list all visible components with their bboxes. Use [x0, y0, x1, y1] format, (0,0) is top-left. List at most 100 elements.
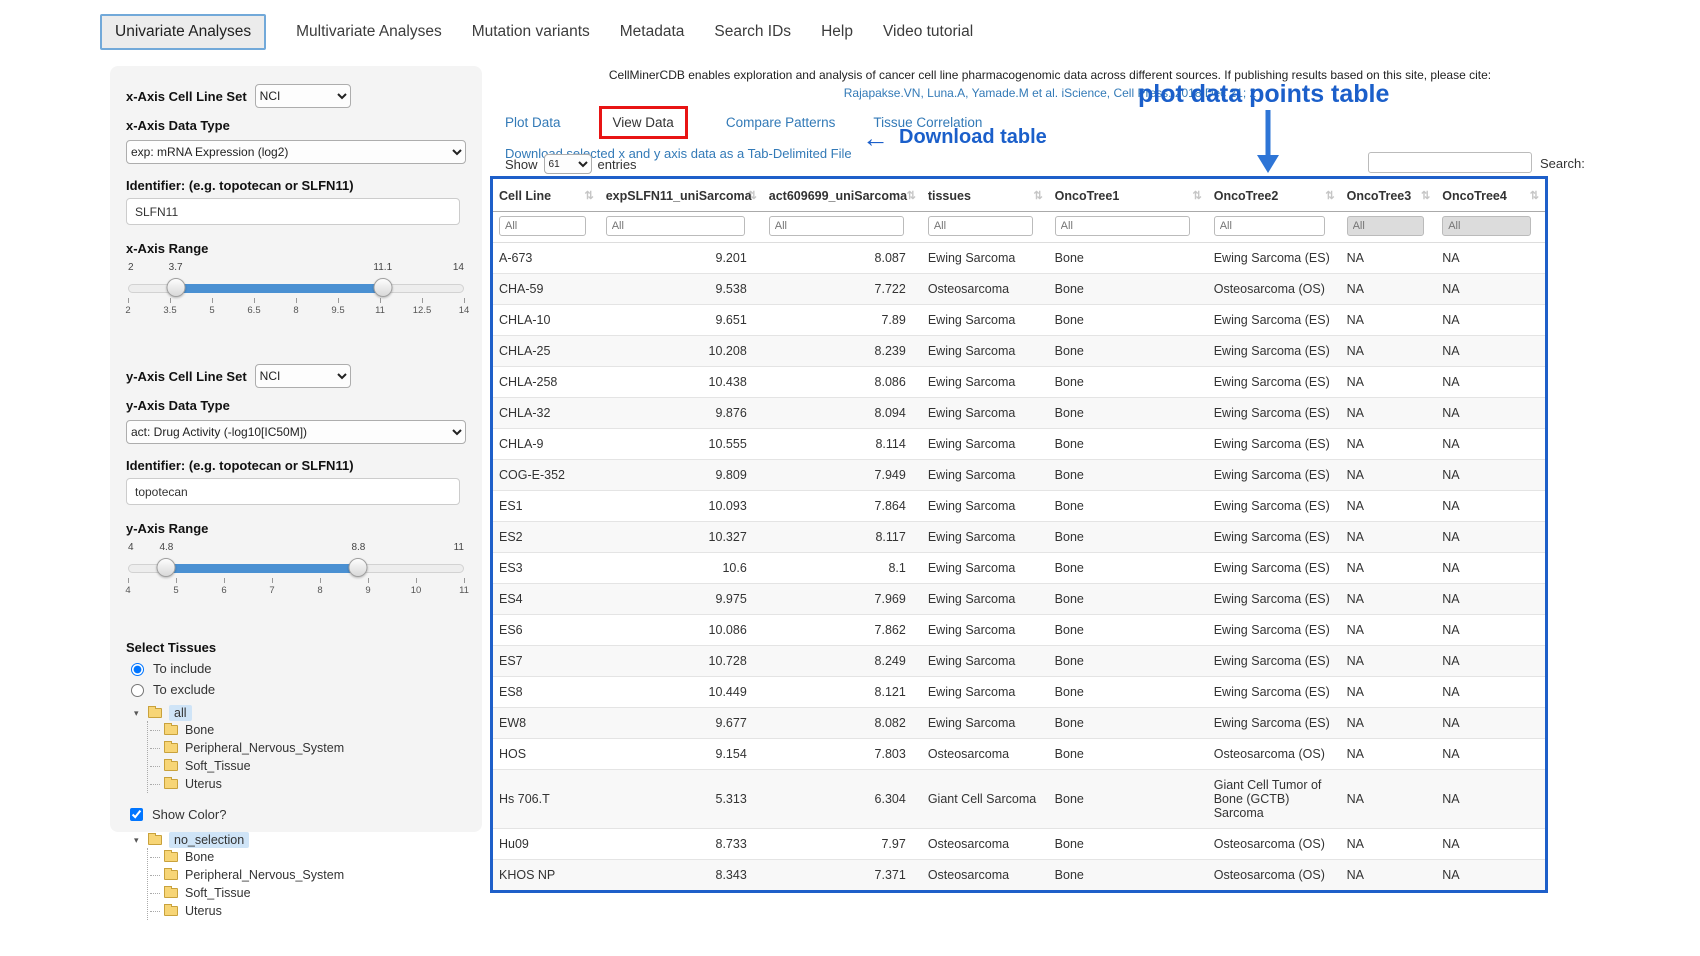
to-exclude-radio[interactable] [131, 684, 144, 697]
tree-item-peripheral-nervous-system[interactable]: Peripheral_Nervous_System [150, 866, 466, 884]
table-row[interactable]: CHLA-109.6517.89Ewing SarcomaBoneEwing S… [493, 305, 1545, 336]
nav-tab-univariate-analyses[interactable]: Univariate Analyses [100, 14, 266, 50]
table-row[interactable]: COG-E-3529.8097.949Ewing SarcomaBoneEwin… [493, 460, 1545, 491]
y-axis-range-slider[interactable]: 4 11 4.8 8.8 4567891011 [128, 556, 464, 608]
column-filter-act609699-unisarcoma[interactable] [769, 216, 904, 236]
y-cell-line-set-select[interactable]: NCI [255, 364, 351, 388]
column-filter-oncotree1[interactable] [1055, 216, 1190, 236]
table-row[interactable]: ES610.0867.862Ewing SarcomaBoneEwing Sar… [493, 615, 1545, 646]
cell: Hu09 [493, 829, 600, 860]
to-include-radio[interactable] [131, 663, 144, 676]
table-row[interactable]: ES310.68.1Ewing SarcomaBoneEwing Sarcoma… [493, 553, 1545, 584]
table-row[interactable]: CHLA-2510.2088.239Ewing SarcomaBoneEwing… [493, 336, 1545, 367]
column-header-oncotree4[interactable]: ⇅OncoTree4 [1436, 179, 1545, 212]
show-color-checkbox[interactable] [130, 808, 143, 821]
table-row[interactable]: A-6739.2018.087Ewing SarcomaBoneEwing Sa… [493, 243, 1545, 274]
tree-item-uterus[interactable]: Uterus [150, 775, 466, 793]
tree-item-soft-tissue[interactable]: Soft_Tissue [150, 884, 466, 902]
table-row[interactable]: HOS9.1547.803OsteosarcomaBoneOsteosarcom… [493, 739, 1545, 770]
slider-handle-high[interactable] [349, 558, 368, 577]
cell: 8.239 [763, 336, 922, 367]
filter-cell [922, 212, 1049, 243]
search-input[interactable] [1368, 152, 1532, 173]
sort-icon[interactable]: ⇅ [1421, 189, 1430, 202]
sort-icon[interactable]: ⇅ [1530, 189, 1539, 202]
tree-item-bone[interactable]: Bone [150, 848, 466, 866]
sort-icon[interactable]: ⇅ [1033, 189, 1042, 202]
y-data-type-select[interactable]: act: Drug Activity (-log10[IC50M]) [126, 420, 466, 444]
tree-root-no-selection[interactable]: ▾no_selection [134, 832, 466, 848]
column-header-oncotree3[interactable]: ⇅OncoTree3 [1341, 179, 1437, 212]
table-row[interactable]: ES810.4498.121Ewing SarcomaBoneEwing Sar… [493, 677, 1545, 708]
tree-item-soft-tissue[interactable]: Soft_Tissue [150, 757, 466, 775]
slider-handle-low[interactable] [157, 558, 176, 577]
sort-icon[interactable]: ⇅ [584, 189, 593, 202]
cell: Ewing Sarcoma [922, 553, 1049, 584]
column-filter-cell-line[interactable] [499, 216, 586, 236]
show-color-label[interactable]: Show Color? [152, 807, 226, 822]
tree-item-peripheral-nervous-system[interactable]: Peripheral_Nervous_System [150, 739, 466, 757]
slider-handle-high[interactable] [373, 278, 392, 297]
nav-tab-mutation-variants[interactable]: Mutation variants [472, 15, 590, 49]
table-row[interactable]: CHLA-25810.4388.086Ewing SarcomaBoneEwin… [493, 367, 1545, 398]
folder-icon [164, 725, 178, 735]
sort-icon[interactable]: ⇅ [1193, 189, 1202, 202]
tree-expand-icon[interactable]: ▾ [134, 708, 144, 719]
to-exclude-label[interactable]: To exclude [153, 682, 215, 697]
table-row[interactable]: ES710.7288.249Ewing SarcomaBoneEwing Sar… [493, 646, 1545, 677]
tree-item-bone[interactable]: Bone [150, 721, 466, 739]
citation-reference-link[interactable]: Rajapakse.VN, Luna.A, Yamade.M et al. iS… [560, 86, 1540, 100]
table-row[interactable]: Hs 706.T5.3136.304Giant Cell SarcomaBone… [493, 770, 1545, 829]
x-cell-line-set-select[interactable]: NCI [255, 84, 351, 108]
tree-expand-icon[interactable]: ▾ [134, 835, 144, 846]
cell: NA [1436, 491, 1545, 522]
nav-tab-help[interactable]: Help [821, 15, 853, 49]
column-filter-oncotree2[interactable] [1214, 216, 1325, 236]
sort-icon[interactable]: ⇅ [1325, 189, 1334, 202]
cell: Bone [1049, 584, 1208, 615]
slider-handle-low[interactable] [166, 278, 185, 297]
cell: NA [1341, 274, 1437, 305]
tick-mark [272, 578, 273, 583]
cell: CHLA-32 [493, 398, 600, 429]
table-row[interactable]: EW89.6778.082Ewing SarcomaBoneEwing Sarc… [493, 708, 1545, 739]
cell: CHLA-258 [493, 367, 600, 398]
cell: 8.087 [763, 243, 922, 274]
x-identifier-input[interactable] [126, 198, 460, 225]
table-row[interactable]: CHA-599.5387.722OsteosarcomaBoneOsteosar… [493, 274, 1545, 305]
nav-tab-search-ids[interactable]: Search IDs [714, 15, 791, 49]
table-row[interactable]: ES110.0937.864Ewing SarcomaBoneEwing Sar… [493, 491, 1545, 522]
cell: Ewing Sarcoma [922, 336, 1049, 367]
column-header-oncotree1[interactable]: ⇅OncoTree1 [1049, 179, 1208, 212]
column-header-expslfn11-unisarcoma[interactable]: ⇅expSLFN11_uniSarcoma [600, 179, 763, 212]
nav-tab-video-tutorial[interactable]: Video tutorial [883, 15, 973, 49]
x-axis-range-slider[interactable]: 2 14 3.7 11.1 23.556.589.51112.514 [128, 276, 464, 328]
table-row[interactable]: ES49.9757.969Ewing SarcomaBoneEwing Sarc… [493, 584, 1545, 615]
tree-item-uterus[interactable]: Uterus [150, 902, 466, 920]
tab-view-data[interactable]: View Data [599, 106, 688, 139]
table-row[interactable]: CHLA-329.8768.094Ewing SarcomaBoneEwing … [493, 398, 1545, 429]
entries-count-select[interactable]: 61 [544, 154, 592, 174]
tree-root-all[interactable]: ▾all [134, 705, 466, 721]
x-data-type-select[interactable]: exp: mRNA Expression (log2) [126, 140, 466, 164]
column-filter-tissues[interactable] [928, 216, 1034, 236]
to-include-label[interactable]: To include [153, 661, 212, 676]
column-header-oncotree2[interactable]: ⇅OncoTree2 [1208, 179, 1341, 212]
cell: NA [1436, 584, 1545, 615]
table-row[interactable]: CHLA-910.5558.114Ewing SarcomaBoneEwing … [493, 429, 1545, 460]
column-header-tissues[interactable]: ⇅tissues [922, 179, 1049, 212]
y-identifier-input[interactable] [126, 478, 460, 505]
tab-plot-data[interactable]: Plot Data [505, 115, 561, 130]
table-row[interactable]: KHOS NP8.3437.371OsteosarcomaBoneOsteosa… [493, 860, 1545, 891]
sort-icon[interactable]: ⇅ [907, 189, 916, 202]
nav-tab-metadata[interactable]: Metadata [620, 15, 685, 49]
column-header-act609699-unisarcoma[interactable]: ⇅act609699_uniSarcoma [763, 179, 922, 212]
cell: Ewing Sarcoma (ES) [1208, 367, 1341, 398]
column-filter-expslfn11-unisarcoma[interactable] [606, 216, 745, 236]
cell: Giant Cell Tumor of Bone (GCTB) Sarcoma [1208, 770, 1341, 829]
column-header-cell-line[interactable]: ⇅Cell Line [493, 179, 600, 212]
table-row[interactable]: ES210.3278.117Ewing SarcomaBoneEwing Sar… [493, 522, 1545, 553]
nav-tab-multivariate-analyses[interactable]: Multivariate Analyses [296, 15, 442, 49]
tab-compare-patterns[interactable]: Compare Patterns [726, 115, 836, 130]
table-row[interactable]: Hu098.7337.97OsteosarcomaBoneOsteosarcom… [493, 829, 1545, 860]
